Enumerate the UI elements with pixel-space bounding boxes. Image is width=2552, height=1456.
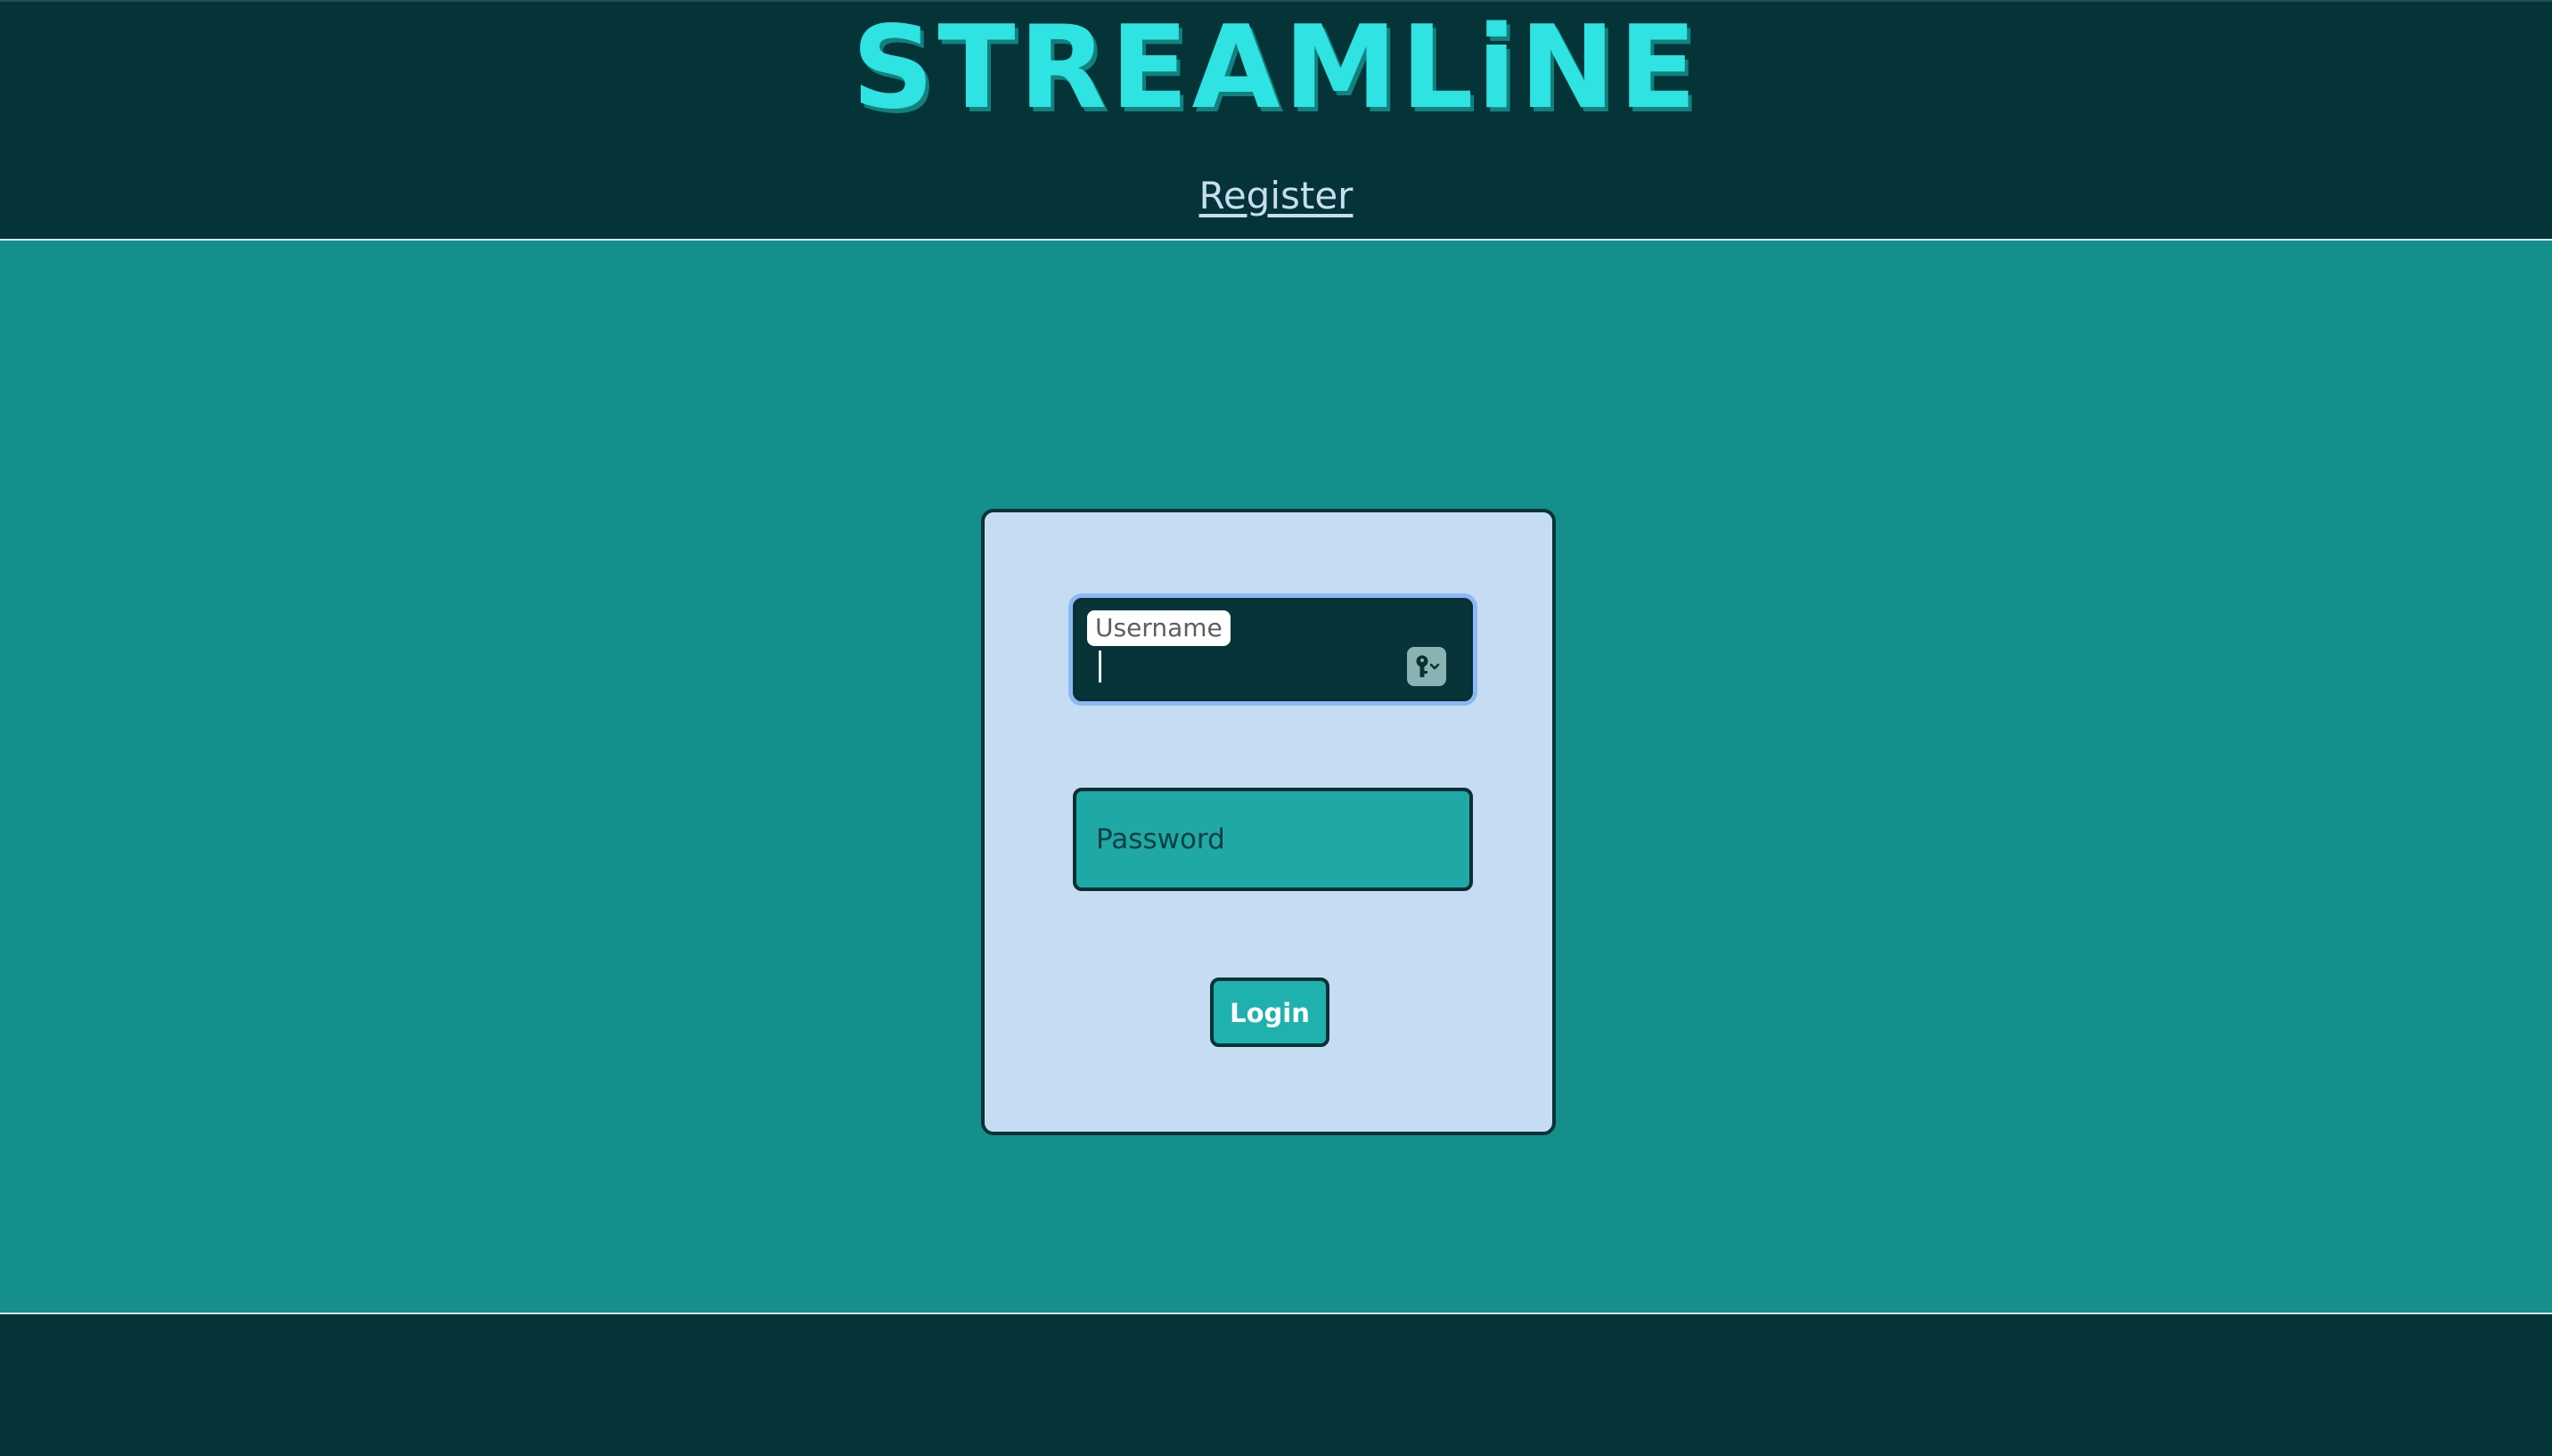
login-card: Username Login <box>981 509 1556 1135</box>
password-input[interactable] <box>1096 791 1452 888</box>
text-caret <box>1099 650 1101 683</box>
brand-logo: STREAMLiNE <box>852 2 1700 135</box>
password-field[interactable] <box>1073 788 1473 891</box>
key-icon <box>1416 655 1440 677</box>
login-button[interactable]: Login <box>1210 977 1329 1047</box>
page-footer <box>0 1313 2552 1456</box>
username-label: Username <box>1087 610 1231 646</box>
register-link[interactable]: Register <box>0 171 2552 221</box>
password-manager-button[interactable] <box>1407 647 1446 686</box>
top-header: STREAMLiNE Register <box>0 0 2552 241</box>
username-field[interactable]: Username <box>1073 598 1473 701</box>
